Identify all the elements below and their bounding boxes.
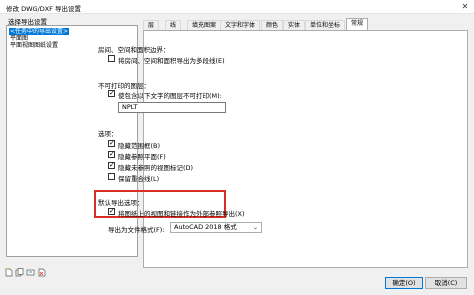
- room-boundaries-group-label: 房间、空间和面积边界：: [98, 46, 170, 54]
- delete-icon[interactable]: [37, 268, 46, 277]
- new-icon[interactable]: [4, 268, 13, 277]
- default-export-group-label: 默认导出选项：: [98, 199, 144, 207]
- tab-text-fonts[interactable]: 文字和字体: [220, 20, 261, 30]
- setup-item-plan[interactable]: 平面图: [9, 35, 29, 42]
- setup-item-session[interactable]: <任务中的导出设置>: [9, 28, 70, 35]
- preserve-overlap-checkbox[interactable]: [108, 173, 115, 180]
- file-format-value: AutoCAD 2018 格式: [174, 223, 237, 231]
- cancel-button[interactable]: 取消(C): [425, 277, 467, 289]
- window-title: 修改 DWG/DXF 导出设置: [6, 5, 81, 13]
- tab-patterns[interactable]: 填充图案: [187, 20, 222, 30]
- nonplot-text-field[interactable]: NPLT: [118, 102, 226, 113]
- xref-export-checkbox[interactable]: [108, 207, 115, 215]
- preserve-overlap-label: 保留重合线(L): [118, 175, 160, 183]
- file-format-select[interactable]: AutoCAD 2018 格式 ⌄: [170, 222, 262, 233]
- options-group-label: 选项：: [98, 130, 118, 138]
- close-icon[interactable]: ✕: [460, 2, 470, 12]
- copy-icon[interactable]: [15, 268, 24, 277]
- chevron-down-icon: ⌄: [252, 224, 258, 231]
- hide-ref-planes-checkbox[interactable]: [108, 150, 115, 158]
- hide-scope-boxes-checkbox[interactable]: [108, 139, 115, 147]
- nonplot-layers-checkbox[interactable]: [108, 89, 115, 97]
- file-format-label: 导出为文件格式(F):: [108, 226, 165, 234]
- hide-ref-planes-label: 隐藏参照平面(F): [118, 153, 166, 161]
- setup-toolbar: [4, 268, 46, 278]
- title-bar: 修改 DWG/DXF 导出设置 ✕: [0, 0, 474, 14]
- tab-colors[interactable]: 颜色: [261, 20, 284, 30]
- xref-export-label: 将图纸上的视图和链接作为外部参照导出(X): [118, 210, 245, 218]
- tab-layers[interactable]: 层: [143, 20, 160, 30]
- tab-general[interactable]: 常规: [346, 18, 369, 30]
- nonplot-layers-label: 使包含以下文字的图层不可打印(M):: [118, 92, 222, 100]
- setup-item-plan-sheet[interactable]: 平面视图图纸设置: [9, 42, 59, 49]
- ok-button[interactable]: 确定(O): [385, 277, 423, 289]
- hide-view-tags-label: 隐藏未参照的视图标记(D): [118, 164, 194, 172]
- export-rooms-checkbox[interactable]: [108, 55, 115, 62]
- export-rooms-label: 将房间、空间和面积导出为多段线(E): [118, 57, 225, 65]
- tab-strip: 层 线 填充图案 文字和字体 颜色 实体 单位和坐标 常规: [143, 18, 468, 30]
- hide-scope-boxes-label: 隐藏范围框(B): [118, 142, 161, 150]
- hide-view-tags-checkbox[interactable]: [108, 161, 115, 169]
- nonplot-layers-group-label: 不可打印的图层：: [98, 82, 150, 90]
- rename-icon[interactable]: [26, 268, 35, 277]
- tab-units-coords[interactable]: 单位和坐标: [305, 20, 346, 30]
- tab-solids[interactable]: 实体: [283, 20, 306, 30]
- tab-lines[interactable]: 线: [165, 20, 182, 30]
